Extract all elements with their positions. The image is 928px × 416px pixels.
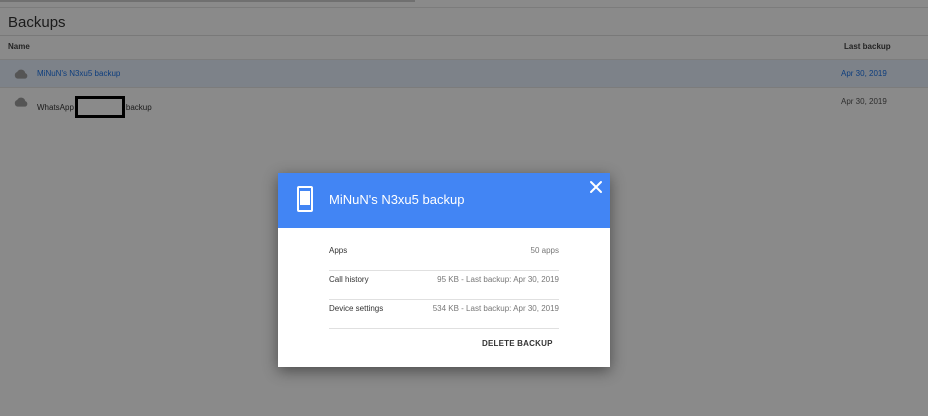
detail-row: Device settings 534 KB - Last backup: Ap… <box>329 300 559 329</box>
dialog-title: MiNuN's N3xu5 backup <box>329 192 465 207</box>
close-icon[interactable] <box>587 178 605 196</box>
detail-value: 95 KB - Last backup: Apr 30, 2019 <box>437 275 559 284</box>
dialog-details: Apps 50 apps Call history 95 KB - Last b… <box>329 242 559 329</box>
detail-row: Call history 95 KB - Last backup: Apr 30… <box>329 271 559 300</box>
detail-value: 534 KB - Last backup: Apr 30, 2019 <box>432 304 559 313</box>
detail-label: Device settings <box>329 304 384 313</box>
detail-row: Apps 50 apps <box>329 242 559 271</box>
phone-icon <box>297 186 313 212</box>
backup-details-dialog: MiNuN's N3xu5 backup Apps 50 apps Call h… <box>278 173 610 367</box>
detail-value: 50 apps <box>530 246 559 255</box>
dialog-header: MiNuN's N3xu5 backup <box>278 173 610 228</box>
detail-label: Apps <box>329 246 348 255</box>
detail-label: Call history <box>329 275 369 284</box>
delete-backup-button[interactable]: DELETE BACKUP <box>482 339 553 348</box>
